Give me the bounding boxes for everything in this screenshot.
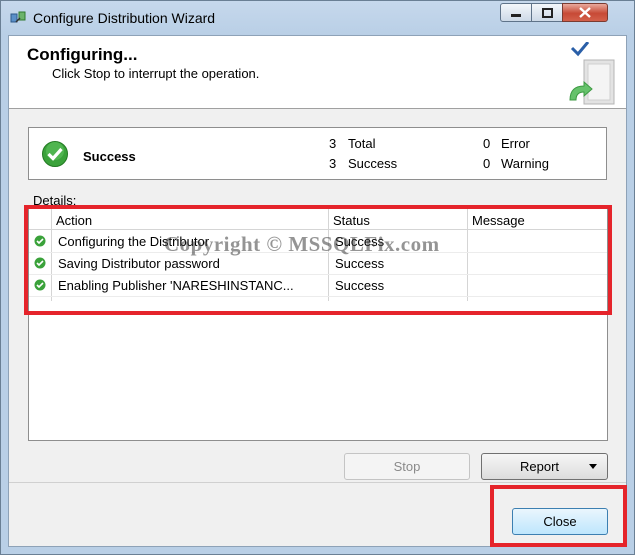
dropdown-arrow-icon	[589, 464, 597, 469]
total-label: Total	[348, 136, 376, 151]
warning-label: Warning	[501, 156, 549, 171]
error-count: 0	[483, 136, 491, 151]
button-divider	[9, 482, 626, 483]
window-title: Configure Distribution Wizard	[33, 10, 216, 26]
minimize-button[interactable]	[500, 3, 532, 22]
details-highlight-box	[24, 205, 612, 315]
total-count: 3	[329, 136, 337, 151]
report-button-label: Report	[519, 459, 560, 474]
stop-button[interactable]: Stop	[344, 453, 470, 480]
close-window-button[interactable]	[562, 3, 608, 22]
wizard-app-icon	[10, 11, 26, 23]
error-label: Error	[501, 136, 530, 151]
server-icon	[569, 42, 615, 105]
wizard-header: Configuring... Click Stop to interrupt t…	[9, 36, 626, 109]
warning-count: 0	[483, 156, 491, 171]
close-icon	[579, 7, 591, 18]
success-count: 3	[329, 156, 337, 171]
summary-panel: Success 3 Total 3 Success 0 Error 0 Warn…	[28, 127, 607, 180]
maximize-icon	[541, 7, 553, 18]
page-subtitle: Click Stop to interrupt the operation.	[52, 66, 260, 81]
success-label: Success	[348, 156, 398, 171]
close-highlight-box	[490, 485, 627, 547]
page-title: Configuring...	[27, 45, 138, 64]
title-bar[interactable]: Configure Distribution Wizard	[1, 1, 634, 35]
report-button[interactable]: Report	[481, 453, 608, 480]
summary-status: Success	[83, 149, 136, 164]
minimize-icon	[511, 13, 521, 17]
maximize-button[interactable]	[531, 3, 563, 22]
success-check-icon	[42, 141, 68, 167]
